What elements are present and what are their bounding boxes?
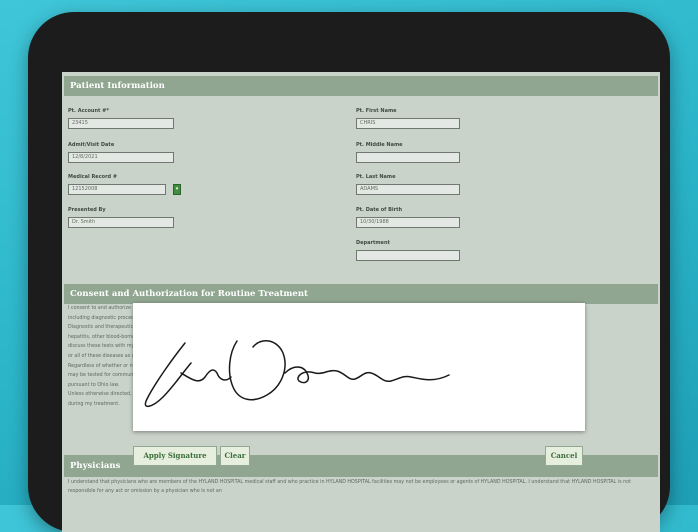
patient-info-header: Patient Information <box>64 76 658 96</box>
presented-by-label: Presented By <box>68 207 106 213</box>
admit-date-field[interactable]: 12/8/2021 <box>68 152 174 163</box>
mrn-label: Medical Record # <box>68 174 118 180</box>
last-name-field[interactable]: ADAMS <box>356 184 460 195</box>
mrn-dropdown-icon[interactable]: ▾ <box>173 184 181 195</box>
presented-by-field[interactable]: Dr. Smith <box>68 217 174 228</box>
middle-name-field[interactable] <box>356 152 460 163</box>
department-field[interactable] <box>356 250 460 261</box>
first-name-field[interactable]: CHRIS <box>356 118 460 129</box>
first-name-label: Pt. First Name <box>356 108 397 114</box>
apply-signature-button[interactable]: Apply Signature <box>133 446 217 466</box>
account-label: Pt. Account #* <box>68 108 109 114</box>
consent-header: Consent and Authorization for Routine Tr… <box>64 284 658 304</box>
middle-name-label: Pt. Middle Name <box>356 142 403 148</box>
clear-button[interactable]: Clear <box>220 446 250 466</box>
last-name-label: Pt. Last Name <box>356 174 396 180</box>
cancel-button[interactable]: Cancel <box>545 446 583 466</box>
signature-drawing <box>144 340 450 408</box>
dob-field[interactable]: 10/30/1988 <box>356 217 460 228</box>
department-label: Department <box>356 240 390 246</box>
account-field[interactable]: 23415 <box>68 118 174 129</box>
physicians-text: I understand that physicians who are mem… <box>68 480 631 494</box>
mrn-field[interactable]: 12152008 <box>68 184 166 195</box>
dob-label: Pt. Date of Birth <box>356 207 403 213</box>
admit-date-label: Admit/Visit Date <box>68 142 115 148</box>
signature-pad[interactable] <box>133 303 585 431</box>
